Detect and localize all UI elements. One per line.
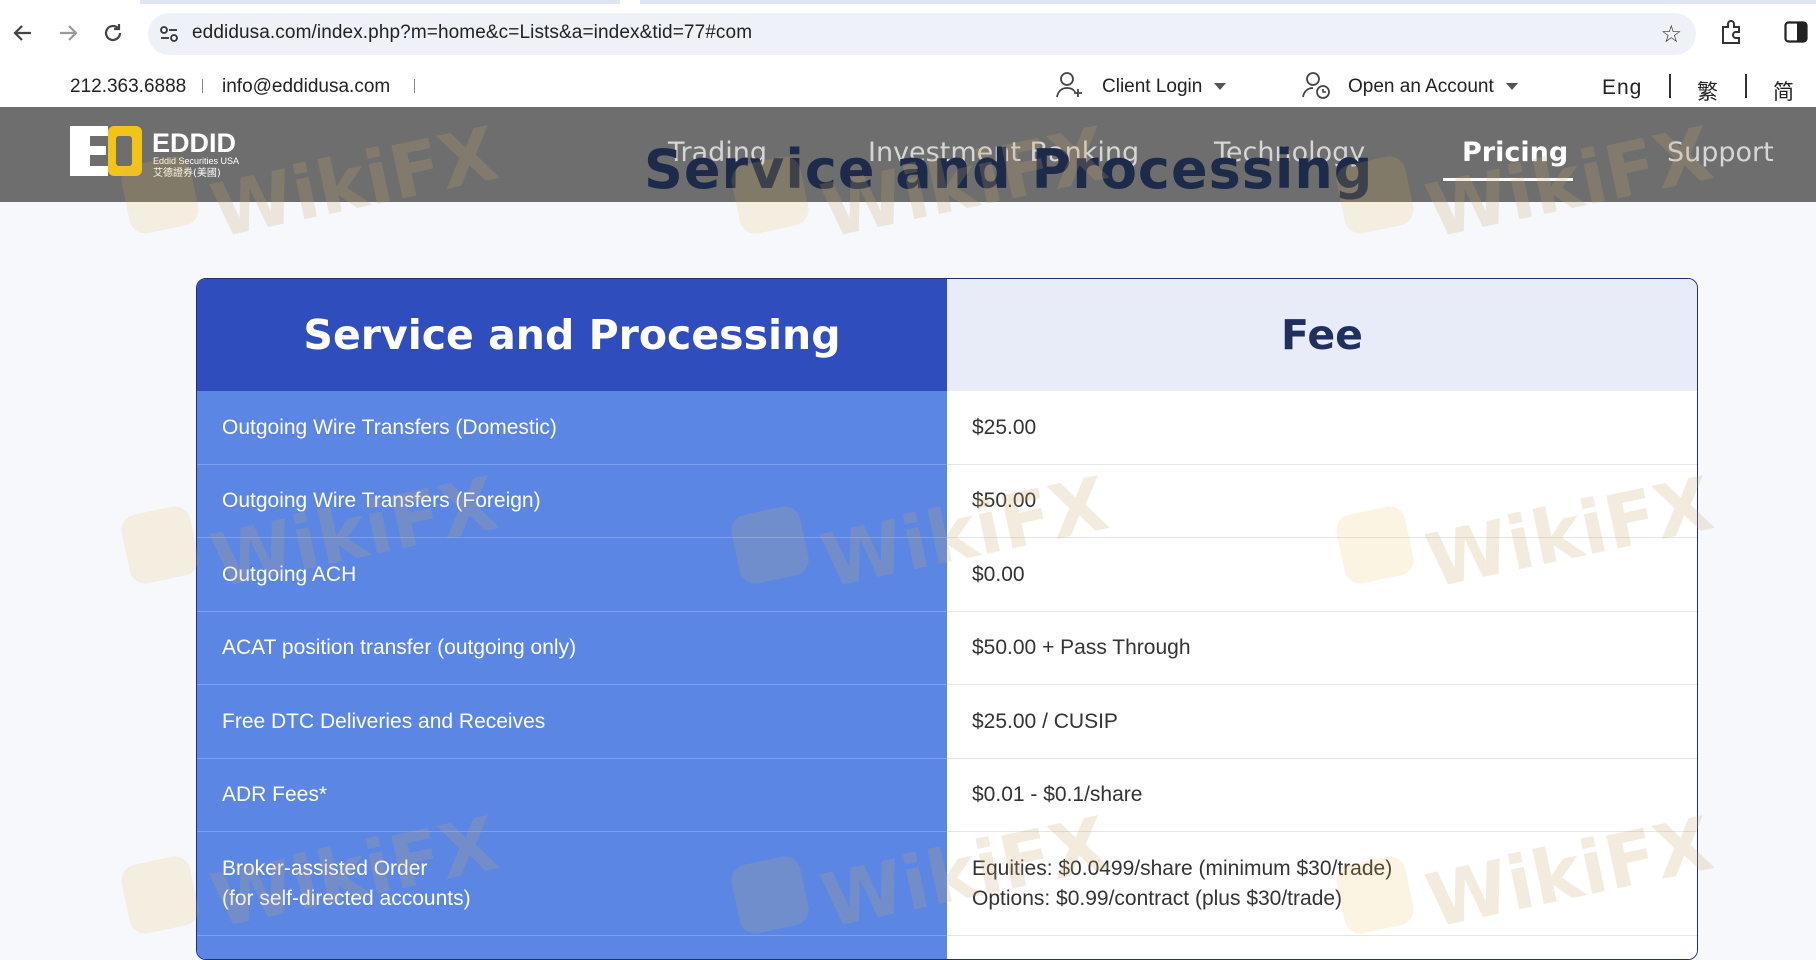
site-settings-icon[interactable] (158, 23, 180, 45)
service-cell: Broker-assisted Order (for self-directed… (197, 832, 947, 936)
url-text[interactable]: eddidusa.com/index.php?m=home&c=Lists&a=… (192, 22, 752, 44)
service-text: ACAT position transfer (outgoing only) (222, 636, 577, 659)
lang-traditional-chinese[interactable]: 繁 (1697, 76, 1718, 106)
chevron-down-icon (1505, 83, 1518, 91)
service-text: Free DTC Deliveries and Receives (222, 709, 546, 733)
fee-cell: $25.00 / CUSIP (947, 685, 1697, 759)
fee-line: Options: $0.99/contract (plus $30/trade) (972, 886, 1343, 910)
fee-cell: $0.01 - $0.1/share (947, 759, 1697, 832)
table-row: Free DTC Deliveries and Receives $25.00 … (197, 685, 1697, 759)
eddid-logo[interactable]: EDDID Eddid Securities USA 艾德證券(美國) (70, 124, 260, 180)
fee-text: Equities: $0.0499/share (minimum $30/tra… (972, 854, 1392, 914)
client-login-menu[interactable]: Client Login (1102, 76, 1227, 98)
table-row: ADR Fees* $0.01 - $0.1/share (197, 759, 1697, 832)
divider (414, 79, 415, 93)
fee-cell (947, 936, 1697, 959)
divider (1745, 74, 1747, 98)
side-panel-icon[interactable] (1784, 21, 1808, 43)
fee-table: Service and Processing Fee Outgoing Wire… (196, 278, 1698, 960)
fee-text: $25.00 (972, 415, 1037, 439)
fee-text: $50.00 + Pass Through (972, 636, 1191, 659)
fee-line: Equities: $0.0499/share (minimum $30/tra… (972, 856, 1393, 880)
logo-subtitle-cn: 艾德證券(美國) (153, 166, 221, 179)
service-cell: ADR Fees* (197, 759, 947, 832)
forward-icon[interactable] (53, 18, 83, 48)
active-tab-indicator (1443, 178, 1573, 181)
open-account-label: Open an Account (1348, 76, 1494, 97)
fee-text: $0.00 (972, 562, 1025, 586)
browser-toolbar: eddidusa.com/index.php?m=home&c=Lists&a=… (0, 0, 1816, 66)
service-text: Outgoing ACH (222, 562, 357, 586)
service-cell: Free DTC Deliveries and Receives (197, 685, 947, 759)
fee-cell: $25.00 (947, 391, 1697, 465)
table-row: Outgoing Wire Transfers (Domestic) $25.0… (197, 391, 1697, 465)
table-row: Broker-assisted Order (for self-directed… (197, 832, 1697, 936)
table-row: Outgoing Wire Transfers (Foreign) $50.00 (197, 465, 1697, 538)
service-line: Broker-assisted Order (222, 856, 428, 880)
fee-text: $0.01 - $0.1/share (972, 783, 1143, 806)
service-cell: Outgoing Wire Transfers (Domestic) (197, 391, 947, 465)
divider (202, 79, 203, 93)
nav-support[interactable]: Support (1667, 137, 1774, 168)
email-link[interactable]: info@eddidusa.com (222, 76, 390, 98)
utility-bar: 212.363.6888 info@eddidusa.com Client Lo… (0, 65, 1816, 107)
lang-eng[interactable]: Eng (1602, 76, 1642, 100)
table-header-fee: Fee (947, 279, 1697, 391)
logo-subtitle: Eddid Securities USA (153, 156, 239, 166)
client-login-label: Client Login (1102, 76, 1203, 97)
service-text: Broker-assisted Order (for self-directed… (222, 854, 471, 914)
table-row: ACAT position transfer (outgoing only) $… (197, 612, 1697, 685)
back-icon[interactable] (8, 18, 38, 48)
fee-cell: Equities: $0.0499/share (minimum $30/tra… (947, 832, 1697, 936)
logo-brand: EDDID (152, 128, 236, 158)
lang-simplified-chinese[interactable]: 简 (1773, 76, 1794, 106)
address-bar[interactable]: eddidusa.com/index.php?m=home&c=Lists&a=… (148, 13, 1696, 55)
table-row (197, 936, 1697, 959)
fee-text: $25.00 / CUSIP (972, 709, 1118, 733)
open-account-menu[interactable]: Open an Account (1348, 76, 1518, 98)
table-row: Outgoing ACH $0.00 (197, 538, 1697, 612)
extensions-icon[interactable] (1718, 18, 1746, 46)
page-title: Service and Processing (644, 138, 1374, 201)
user-plus-icon[interactable] (1055, 70, 1085, 100)
divider (1669, 74, 1671, 98)
fee-cell: $0.00 (947, 538, 1697, 612)
table-header-service: Service and Processing (197, 279, 947, 391)
watermark-logo (118, 503, 202, 587)
service-text: Outgoing Wire Transfers (Foreign) (222, 489, 541, 512)
phone-number[interactable]: 212.363.6888 (70, 76, 186, 98)
service-cell: ACAT position transfer (outgoing only) (197, 612, 947, 685)
service-text: ADR Fees* (222, 783, 328, 806)
service-line: (for self-directed accounts) (222, 886, 471, 910)
service-cell: Outgoing Wire Transfers (Foreign) (197, 465, 947, 538)
service-cell (197, 936, 947, 959)
fee-cell: $50.00 + Pass Through (947, 612, 1697, 685)
service-text: Outgoing Wire Transfers (Domestic) (222, 415, 557, 439)
tab-strip-edge (0, 0, 1816, 4)
watermark-logo (118, 853, 202, 937)
fee-text: $50.00 (972, 489, 1037, 512)
user-clock-icon[interactable] (1301, 70, 1331, 100)
fee-cell: $50.00 (947, 465, 1697, 538)
nav-pricing[interactable]: Pricing (1462, 137, 1568, 168)
reload-icon[interactable] (98, 18, 128, 48)
bookmark-star-icon[interactable]: ☆ (1660, 20, 1682, 48)
chevron-down-icon (1214, 83, 1227, 91)
service-cell: Outgoing ACH (197, 538, 947, 612)
